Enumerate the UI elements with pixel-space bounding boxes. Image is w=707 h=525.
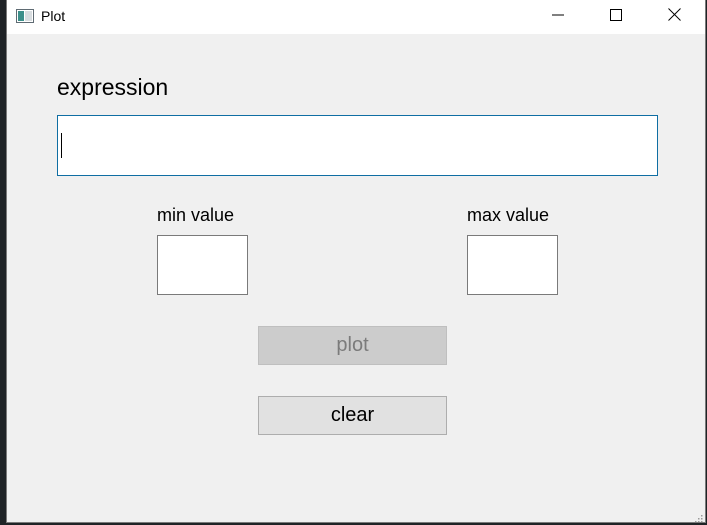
minimize-button[interactable] xyxy=(529,0,587,34)
expression-label: expression xyxy=(57,74,169,100)
max-value-label: max value xyxy=(467,205,550,225)
min-value-label: min value xyxy=(157,205,235,225)
title-bar[interactable]: Plot xyxy=(7,0,705,34)
plot-window: Plot expression min value max value plot xyxy=(6,0,706,523)
maximize-icon xyxy=(610,8,622,26)
close-button[interactable] xyxy=(645,0,703,34)
window-title: Plot xyxy=(41,8,66,24)
maximize-button[interactable] xyxy=(587,0,645,34)
resize-grip-icon[interactable] xyxy=(693,510,703,522)
expression-input[interactable] xyxy=(57,115,658,176)
app-window-icon xyxy=(16,9,34,23)
min-value-input[interactable] xyxy=(157,235,248,295)
plot-button[interactable]: plot xyxy=(258,326,447,365)
minimize-icon xyxy=(552,8,564,26)
clear-button[interactable]: clear xyxy=(258,396,447,435)
text-caret xyxy=(61,133,62,158)
max-value-input[interactable] xyxy=(467,235,558,295)
close-icon xyxy=(667,8,681,26)
